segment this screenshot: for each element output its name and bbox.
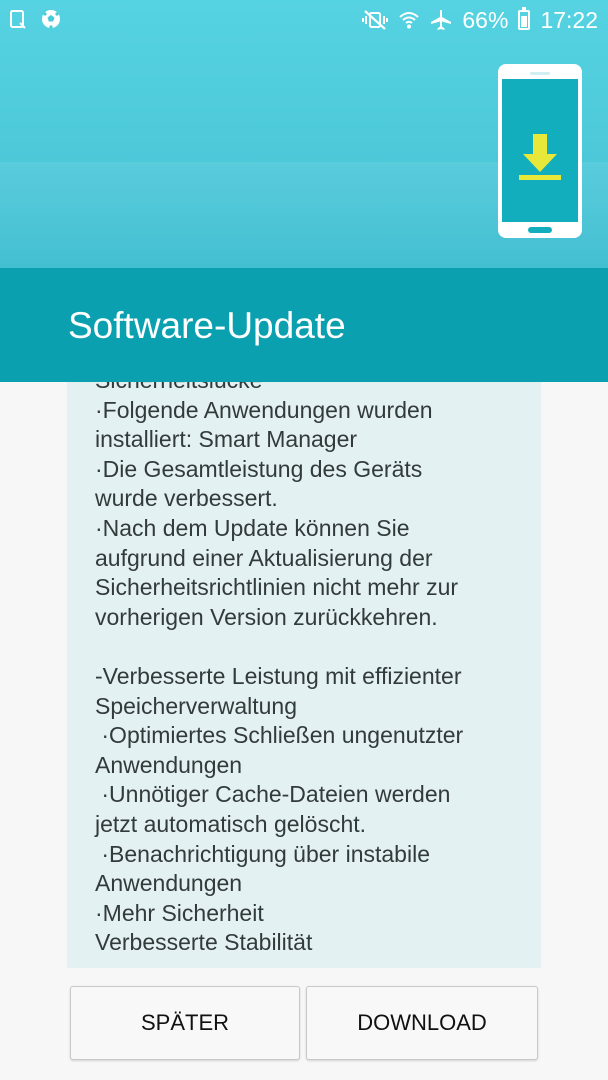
release-note-line: Sicherheitsrichtlinien nicht mehr zur	[95, 574, 459, 601]
download-button[interactable]: DOWNLOAD	[306, 986, 538, 1060]
release-note-line: Verbesserte Stabilität	[95, 929, 313, 956]
status-bar: 66% 17:22	[0, 0, 608, 40]
page-title: Software-Update	[68, 305, 346, 346]
release-note-line	[95, 632, 535, 662]
release-note-line: -Verbesserte Leistung mit effizienter	[95, 662, 462, 689]
release-note-line: vorherigen Version zurückkehren.	[95, 603, 438, 630]
release-notes-text: Sicherheitslücke·Folgende Anwendungen wu…	[95, 382, 535, 958]
release-note-line: ·Benachrichtigung über instabile	[95, 840, 430, 867]
release-note-line: Sicherheitslücke	[95, 382, 535, 396]
later-button[interactable]: SPÄTER	[70, 986, 300, 1060]
release-note-line: Anwendungen	[95, 870, 243, 897]
battery-percent: 66%	[462, 7, 509, 33]
battery-icon	[518, 7, 531, 30]
wifi-icon	[399, 12, 420, 29]
notification-icon	[10, 10, 26, 29]
release-note-line: ·Die Gesamtleistung des Geräts	[95, 455, 423, 482]
header-hero	[0, 0, 608, 268]
airplane-icon	[431, 10, 452, 30]
release-note-line: Anwendungen	[95, 751, 243, 778]
soccer-ball-icon	[42, 10, 60, 29]
release-note-line: installiert: Smart Manager	[95, 426, 358, 453]
release-note-line: Speicherverwaltung	[95, 692, 298, 719]
release-note-line: wurde verbessert.	[95, 485, 278, 512]
phone-download-icon	[498, 64, 582, 238]
release-notes-panel[interactable]: Sicherheitslücke·Folgende Anwendungen wu…	[67, 382, 541, 968]
release-note-line: ·Mehr Sicherheit	[95, 899, 264, 926]
release-note-line: ·Nach dem Update können Sie	[95, 514, 410, 541]
release-note-line: aufgrund einer Aktualisierung der	[95, 544, 433, 571]
mute-vibrate-icon	[362, 10, 389, 30]
clock: 17:22	[540, 7, 598, 33]
release-note-line: ·Optimiertes Schließen ungenutzter	[95, 722, 464, 749]
release-note-line: ·Unnötiger Cache-Dateien werden	[95, 781, 451, 808]
release-note-line: jetzt automatisch gelöscht.	[95, 810, 367, 837]
release-note-line: ·Folgende Anwendungen wurden	[95, 396, 433, 423]
